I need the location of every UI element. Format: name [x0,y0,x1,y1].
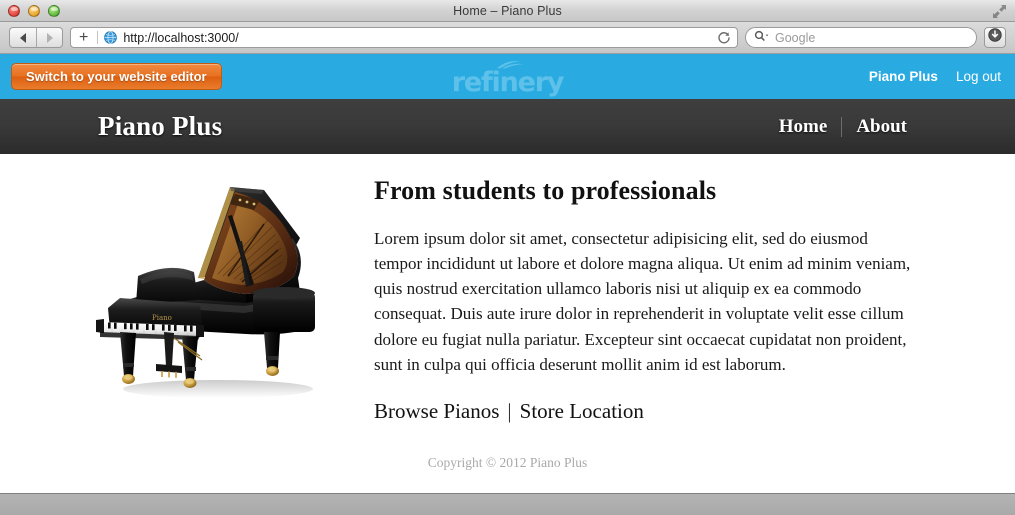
window-controls [0,4,60,17]
main-content: Piano From students to professionals Lor… [0,154,1015,493]
site-header: Piano Plus Home About [0,99,1015,154]
article-body: Lorem ipsum dolor sit amet, consectetur … [374,229,911,374]
nav-item-about[interactable]: About [856,116,907,138]
window-statusbar [0,493,1015,515]
refinery-account-area: Piano Plus Log out [869,69,1001,84]
minimize-button[interactable] [28,4,40,17]
browser-window: Home – Piano Plus + http://localhost:300… [0,0,1015,515]
forward-arrow-icon [46,32,53,43]
fullscreen-arrows-icon[interactable] [992,4,1007,19]
article-links: Browse Pianos | Store Location [374,399,915,424]
switch-to-editor-button[interactable]: Switch to your website editor [11,63,222,90]
window-titlebar: Home – Piano Plus [0,0,1015,22]
url-text[interactable]: http://localhost:3000/ [123,31,711,45]
downloads-button[interactable] [984,27,1006,48]
refinery-logo[interactable]: refinery [433,60,583,96]
search-input[interactable]: Google [745,27,977,48]
nav-divider [841,116,843,137]
window-title: Home – Piano Plus [453,3,562,18]
globe-icon [104,31,118,44]
toolbar-divider [97,31,99,44]
store-location-link[interactable]: Store Location [520,399,644,424]
grand-piano-photo: Piano [78,180,340,408]
forward-button[interactable] [36,28,62,47]
site-footer: Copyright © 2012 Piano Plus [427,455,588,470]
search-placeholder: Google [775,30,816,45]
piano-image-column: Piano [78,176,340,493]
reload-icon[interactable] [717,31,731,45]
address-bar[interactable]: + http://localhost:3000/ [70,27,738,48]
zoom-button[interactable] [48,4,60,17]
page-title[interactable]: Piano Plus [98,111,222,142]
nav-button-group [9,27,63,48]
refinery-wordmark: refinery [451,67,565,98]
download-arrow-icon [988,28,1002,47]
browser-toolbar: + http://localhost:3000/ Google [0,22,1015,54]
nav-item-home[interactable]: Home [779,116,828,138]
back-button[interactable] [10,28,36,47]
leaf-swoosh-icon [496,61,524,69]
site-navigation: Home About [779,116,907,138]
browse-pianos-link[interactable]: Browse Pianos [374,399,499,424]
page-viewport: Switch to your website editor refinery P… [0,54,1015,493]
refinery-user-link[interactable]: Piano Plus [869,69,938,84]
links-separator: | [507,398,512,423]
close-button[interactable] [8,4,20,17]
article-headline: From students to professionals [374,176,717,205]
refinery-logout-link[interactable]: Log out [956,69,1001,84]
back-arrow-icon [20,32,26,43]
magnifier-icon [754,29,770,47]
article-column: From students to professionals Lorem ips… [374,176,915,493]
refinery-admin-bar: Switch to your website editor refinery P… [0,54,1015,99]
new-tab-button[interactable]: + [76,29,91,46]
svg-text:Piano: Piano [152,314,172,322]
